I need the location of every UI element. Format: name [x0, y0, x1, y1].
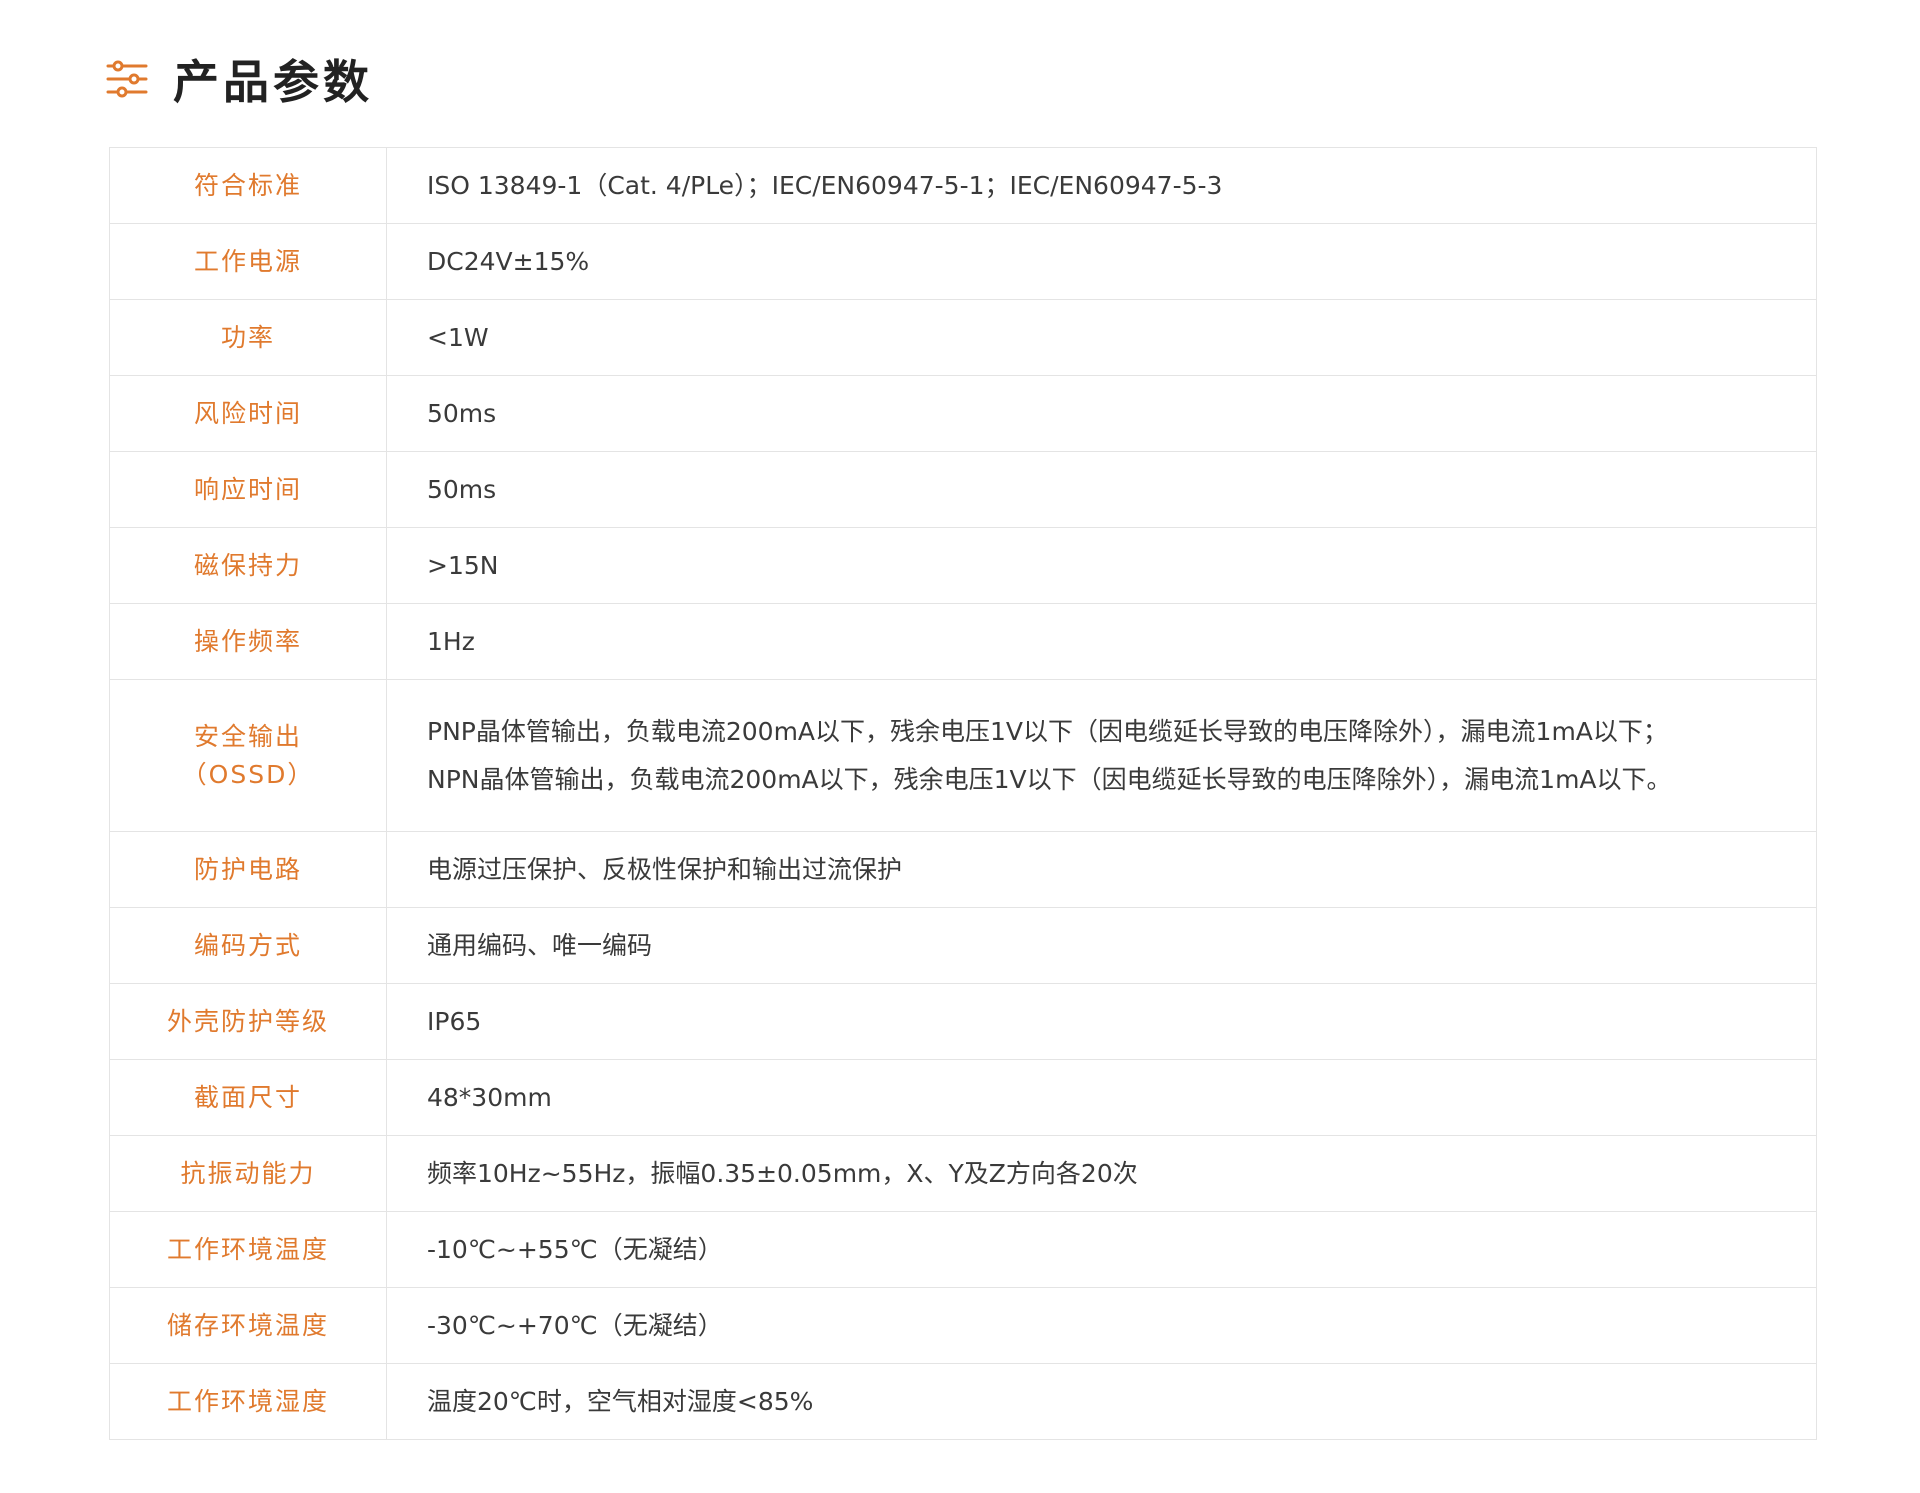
spec-label: 响应时间	[109, 451, 387, 528]
spec-label: 操作频率	[109, 603, 387, 680]
spec-value-line: NPN晶体管输出，负载电流200mA以下，残余电压1V以下（因电缆延长导致的电压…	[427, 764, 1672, 794]
table-row: 安全输出 （OSSD） PNP晶体管输出，负载电流200mA以下，残余电压1V以…	[109, 679, 1817, 832]
spec-value: 50ms	[386, 375, 1817, 452]
table-row: 编码方式 通用编码、唯一编码	[109, 907, 1817, 984]
table-row: 工作电源 DC24V±15%	[109, 223, 1817, 300]
page-title: 产品参数	[173, 55, 373, 109]
spec-value: 温度20℃时，空气相对湿度<85%	[386, 1363, 1817, 1440]
table-row: 抗振动能力 频率10Hz~55Hz，振幅0.35±0.05mm，X、Y及Z方向各…	[109, 1135, 1817, 1212]
section-header: 产品参数	[105, 44, 373, 114]
spec-value: >15N	[386, 527, 1817, 604]
table-row: 操作频率 1Hz	[109, 603, 1817, 680]
spec-label: 磁保持力	[109, 527, 387, 604]
spec-value: 电源过压保护、反极性保护和输出过流保护	[386, 831, 1817, 908]
spec-label: 安全输出 （OSSD）	[109, 679, 387, 832]
table-row: 风险时间 50ms	[109, 375, 1817, 452]
spec-label: 工作电源	[109, 223, 387, 300]
spec-value: DC24V±15%	[386, 223, 1817, 300]
table-row: 防护电路 电源过压保护、反极性保护和输出过流保护	[109, 831, 1817, 908]
spec-value: PNP晶体管输出，负载电流200mA以下，残余电压1V以下（因电缆延长导致的电压…	[386, 679, 1817, 832]
spec-value-line: PNP晶体管输出，负载电流200mA以下，残余电压1V以下（因电缆延长导致的电压…	[427, 716, 1668, 746]
table-row: 响应时间 50ms	[109, 451, 1817, 528]
spec-label: 防护电路	[109, 831, 387, 908]
spec-value: ISO 13849-1（Cat. 4/PLe）；IEC/EN60947-5-1；…	[386, 147, 1817, 224]
table-row: 工作环境湿度 温度20℃时，空气相对湿度<85%	[109, 1363, 1817, 1440]
table-row: 截面尺寸 48*30mm	[109, 1059, 1817, 1136]
spec-value: 48*30mm	[386, 1059, 1817, 1136]
spec-label: 工作环境湿度	[109, 1363, 387, 1440]
spec-label: 符合标准	[109, 147, 387, 224]
table-row: 储存环境温度 -30℃~+70℃（无凝结）	[109, 1287, 1817, 1364]
sliders-icon	[105, 59, 149, 99]
table-row: 磁保持力 >15N	[109, 527, 1817, 604]
spec-label: 功率	[109, 299, 387, 376]
spec-label: 外壳防护等级	[109, 983, 387, 1060]
spec-value: -10℃~+55℃（无凝结）	[386, 1211, 1817, 1288]
spec-value: 50ms	[386, 451, 1817, 528]
table-row: 外壳防护等级 IP65	[109, 983, 1817, 1060]
spec-value: <1W	[386, 299, 1817, 376]
spec-table: 符合标准 ISO 13849-1（Cat. 4/PLe）；IEC/EN60947…	[109, 147, 1817, 1440]
spec-label: 截面尺寸	[109, 1059, 387, 1136]
table-row: 工作环境温度 -10℃~+55℃（无凝结）	[109, 1211, 1817, 1288]
spec-value: -30℃~+70℃（无凝结）	[386, 1287, 1817, 1364]
spec-label: 储存环境温度	[109, 1287, 387, 1364]
spec-label: 工作环境温度	[109, 1211, 387, 1288]
spec-value: IP65	[386, 983, 1817, 1060]
spec-label-line: 安全输出	[193, 721, 302, 751]
spec-value: 通用编码、唯一编码	[386, 907, 1817, 984]
spec-value: 1Hz	[386, 603, 1817, 680]
spec-label-line: （OSSD）	[181, 759, 315, 789]
spec-label: 编码方式	[109, 907, 387, 984]
table-row: 符合标准 ISO 13849-1（Cat. 4/PLe）；IEC/EN60947…	[109, 147, 1817, 224]
spec-label: 风险时间	[109, 375, 387, 452]
spec-value: 频率10Hz~55Hz，振幅0.35±0.05mm，X、Y及Z方向各20次	[386, 1135, 1817, 1212]
table-row: 功率 <1W	[109, 299, 1817, 376]
spec-label: 抗振动能力	[109, 1135, 387, 1212]
